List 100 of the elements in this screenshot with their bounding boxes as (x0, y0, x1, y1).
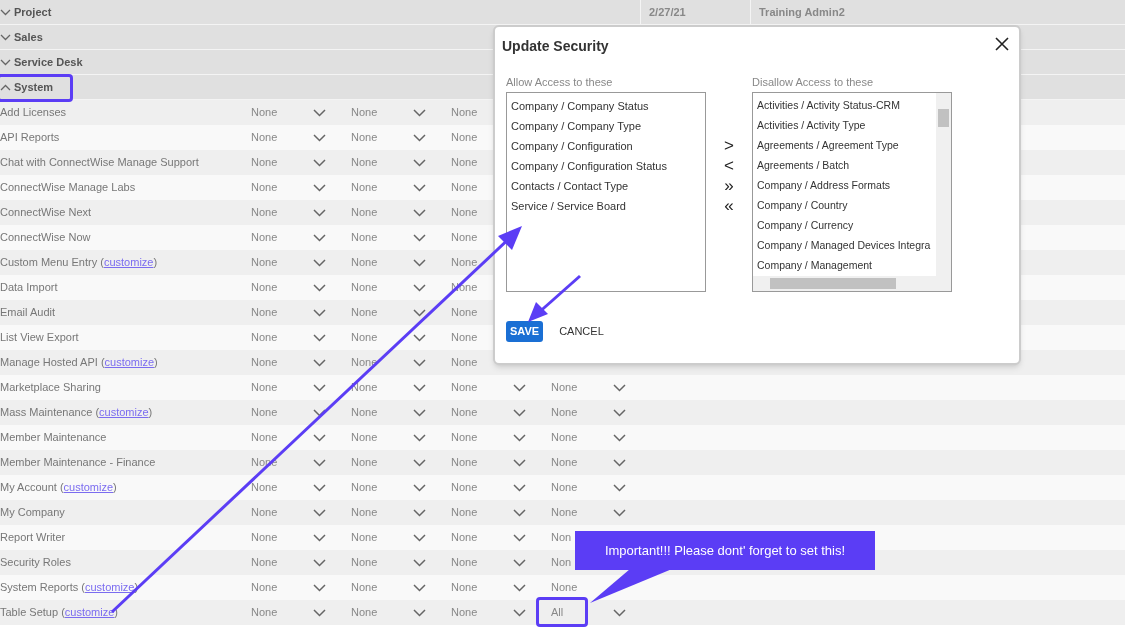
chevron-down-icon[interactable] (613, 508, 626, 517)
chevron-down-icon[interactable] (413, 458, 426, 467)
chevron-down-icon[interactable] (613, 433, 626, 442)
access-level[interactable]: None (451, 504, 478, 521)
list-option[interactable]: Company / Country (757, 198, 848, 214)
group-header[interactable]: Project (0, 3, 640, 21)
chevron-down-icon[interactable] (413, 133, 426, 142)
save-button[interactable]: SAVE (506, 321, 544, 342)
access-level[interactable]: None (351, 304, 378, 321)
access-level[interactable]: None (251, 429, 278, 446)
access-level[interactable]: None (351, 204, 378, 221)
access-level[interactable]: None (351, 154, 378, 171)
chevron-down-icon[interactable] (313, 183, 326, 192)
chevron-down-icon[interactable] (313, 608, 326, 617)
access-level[interactable]: None (451, 304, 478, 321)
move-button[interactable]: » (719, 176, 739, 196)
chevron-down-icon[interactable] (313, 308, 326, 317)
chevron-down-icon[interactable] (513, 558, 526, 567)
move-button[interactable]: < (719, 156, 739, 176)
access-level[interactable]: None (551, 379, 578, 396)
access-level[interactable]: None (451, 204, 478, 221)
chevron-down-icon[interactable] (413, 108, 426, 117)
access-level[interactable]: None (351, 529, 378, 546)
access-level[interactable]: None (451, 179, 478, 196)
access-level[interactable]: None (451, 229, 478, 246)
chevron-down-icon[interactable] (413, 308, 426, 317)
chevron-down-icon[interactable] (413, 333, 426, 342)
list-option[interactable]: Company / Currency (757, 218, 854, 234)
chevron-down-icon[interactable] (513, 433, 526, 442)
chevron-down-icon[interactable] (613, 408, 626, 417)
chevron-down-icon[interactable] (413, 508, 426, 517)
access-level[interactable]: None (551, 579, 578, 596)
chevron-down-icon[interactable] (413, 258, 426, 267)
list-option[interactable]: Activities / Activity Type (757, 118, 866, 134)
access-level[interactable]: None (451, 404, 478, 421)
list-option[interactable]: Company / Management (757, 258, 872, 274)
access-level[interactable]: None (551, 454, 578, 471)
access-level[interactable]: None (251, 579, 278, 596)
chevron-down-icon[interactable] (313, 508, 326, 517)
chevron-down-icon[interactable] (513, 458, 526, 467)
chevron-down-icon[interactable] (513, 583, 526, 592)
access-level[interactable]: None (251, 354, 278, 371)
access-level[interactable]: None (451, 329, 478, 346)
chevron-down-icon[interactable] (313, 583, 326, 592)
chevron-down-icon[interactable] (413, 283, 426, 292)
chevron-down-icon[interactable] (313, 383, 326, 392)
chevron-down-icon[interactable] (313, 208, 326, 217)
chevron-down-icon[interactable] (413, 358, 426, 367)
chevron-down-icon[interactable] (513, 533, 526, 542)
access-level[interactable]: None (351, 179, 378, 196)
chevron-down-icon[interactable] (313, 158, 326, 167)
access-level[interactable]: None (551, 404, 578, 421)
chevron-down-icon[interactable] (413, 483, 426, 492)
cancel-button[interactable]: CANCEL (559, 323, 604, 340)
allowed-list[interactable]: Company / Company Status Company / Company Type Company / Configuration Company / Configuration Status Contacts / Contact Type Service / Service Board (506, 92, 706, 292)
chevron-down-icon[interactable] (513, 383, 526, 392)
chevron-down-icon[interactable] (413, 383, 426, 392)
chevron-down-icon[interactable] (313, 358, 326, 367)
list-option[interactable]: Agreements / Agreement Type (757, 138, 899, 154)
list-option[interactable]: Company / Company Status (511, 96, 705, 116)
horizontal-scrollbar[interactable] (753, 276, 951, 291)
access-level[interactable]: None (251, 504, 278, 521)
list-option[interactable]: Activities / Activity Status-CRM (757, 98, 900, 114)
access-level[interactable]: None (451, 579, 478, 596)
access-level[interactable]: None (251, 229, 278, 246)
chevron-down-icon[interactable] (613, 483, 626, 492)
access-level[interactable]: None (251, 379, 278, 396)
access-level[interactable]: None (351, 604, 378, 621)
chevron-down-icon[interactable] (313, 333, 326, 342)
chevron-down-icon[interactable] (413, 433, 426, 442)
access-level[interactable]: None (451, 429, 478, 446)
access-level[interactable]: None (451, 454, 478, 471)
access-level[interactable]: None (251, 279, 278, 296)
access-level[interactable]: None (251, 104, 278, 121)
move-button[interactable]: > (719, 136, 739, 156)
chevron-down-icon[interactable] (613, 458, 626, 467)
access-level[interactable]: None (251, 204, 278, 221)
access-level[interactable]: None (251, 529, 278, 546)
access-level[interactable]: None (351, 254, 378, 271)
access-level[interactable]: None (351, 404, 378, 421)
list-option[interactable]: Company / Configuration (511, 136, 705, 156)
chevron-down-icon[interactable] (313, 283, 326, 292)
chevron-down-icon[interactable] (413, 408, 426, 417)
list-option[interactable]: Contacts / Contact Type (511, 176, 705, 196)
access-level[interactable]: None (251, 604, 278, 621)
access-level[interactable]: None (351, 104, 378, 121)
chevron-down-icon[interactable] (313, 533, 326, 542)
chevron-down-icon[interactable] (613, 608, 626, 617)
access-level[interactable]: None (251, 304, 278, 321)
access-level[interactable]: None (351, 429, 378, 446)
access-level[interactable]: None (351, 454, 378, 471)
chevron-down-icon[interactable] (413, 533, 426, 542)
chevron-down-icon[interactable] (313, 458, 326, 467)
move-button[interactable]: « (719, 196, 739, 216)
chevron-down-icon[interactable] (613, 383, 626, 392)
chevron-down-icon[interactable] (313, 108, 326, 117)
access-level[interactable]: None (551, 479, 578, 496)
disallowed-list[interactable] (752, 92, 952, 292)
list-option[interactable]: Agreements / Batch (757, 158, 850, 174)
list-option[interactable]: Company / Company Type (511, 116, 705, 136)
